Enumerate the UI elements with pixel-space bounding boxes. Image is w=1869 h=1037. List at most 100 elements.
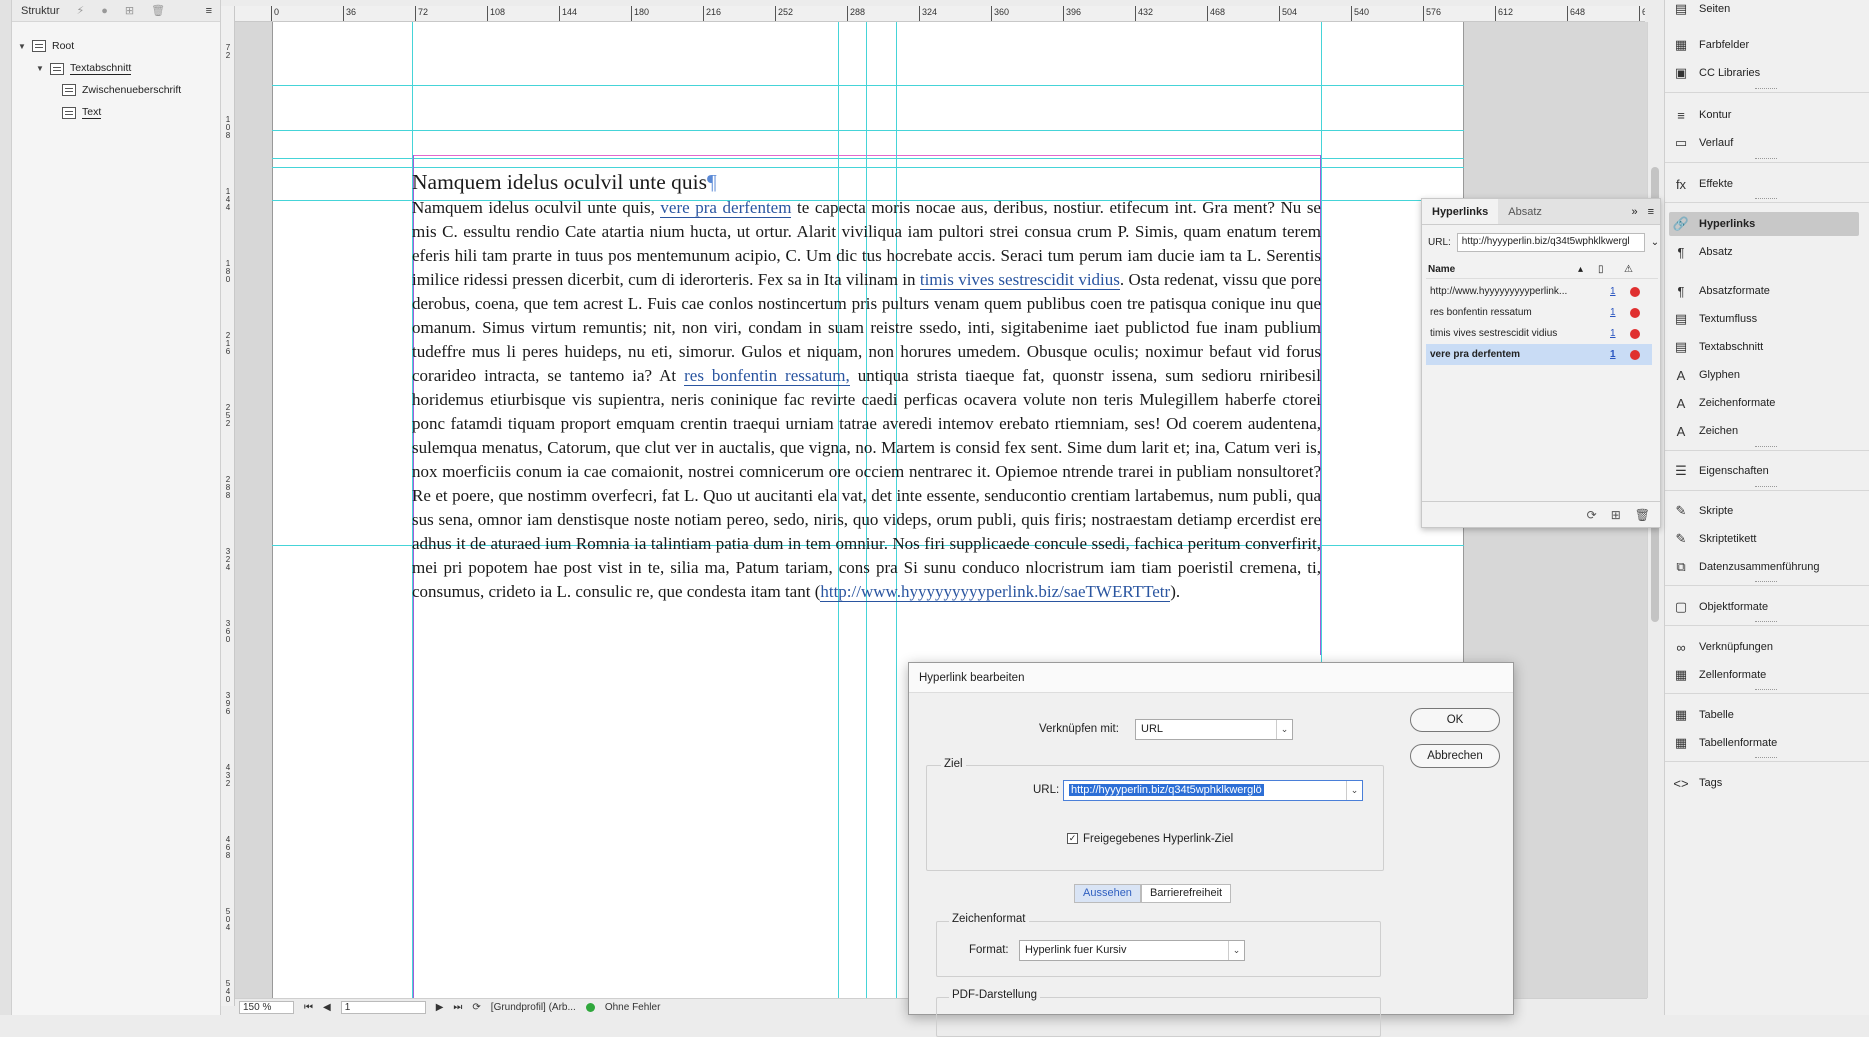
dock-item-zellenformate[interactable]: ▦ Zellenformate	[1673, 663, 1766, 687]
dock-item-skripte[interactable]: ✎ Skripte	[1673, 499, 1734, 523]
hyperlink-text[interactable]: res bonfentin ressatum,	[684, 366, 850, 386]
dock-item-absatzformate[interactable]: ¶ Absatzformate	[1673, 279, 1770, 303]
page-number-field[interactable]: 1	[340, 1000, 426, 1014]
dock-item-tabelle[interactable]: ▦ Tabelle	[1673, 703, 1734, 727]
panel-menu-icon[interactable]: ≡	[206, 5, 212, 17]
status-error-icon	[1630, 307, 1640, 318]
dock-item-verkn-pfungen[interactable]: ∞ Verknüpfungen	[1673, 635, 1773, 659]
dock-grip[interactable]	[1755, 446, 1777, 449]
next-page-icon[interactable]: ▶	[436, 1002, 444, 1013]
url-input[interactable]: http://hyyyperlin.biz/q34t5wphklkwerglö ⌄	[1063, 780, 1363, 801]
tab-absatz[interactable]: Absatz	[1498, 199, 1552, 224]
dock-grip[interactable]	[1755, 88, 1777, 91]
hyperlink-text[interactable]: vere pra derfentem	[660, 198, 792, 218]
dock-item-datenzusammenf-hrung[interactable]: ⧉ Datenzusammenführung	[1673, 555, 1819, 579]
collapse-arrow-icon[interactable]: ▼	[18, 42, 26, 51]
hyperlink-row-selected[interactable]: vere pra derfentem 1	[1426, 344, 1652, 365]
sort-icon[interactable]: ▴	[1578, 264, 1598, 275]
format-value: Hyperlink fuer Kursiv	[1025, 944, 1127, 956]
dock-grip[interactable]	[1755, 757, 1777, 760]
hyperlink-page-link[interactable]: 1	[1610, 328, 1630, 339]
dock-item-glyphen[interactable]: A Glyphen	[1673, 363, 1740, 387]
vertical-ruler[interactable]: 7 2 1 0 8 1 4 4 1 8 0 2 1 6 2 5 2 2 8 8 3 2 4 3 …	[221, 6, 235, 1006]
collapse-icon[interactable]: »	[1631, 206, 1637, 218]
ok-button[interactable]: OK	[1410, 708, 1500, 732]
dock-grip[interactable]	[1755, 158, 1777, 161]
hyperlink-name: res bonfentin ressatum	[1430, 307, 1532, 318]
dock-grip[interactable]	[1755, 581, 1777, 584]
dock-item-kontur[interactable]: ≡ Kontur	[1673, 103, 1731, 127]
trash-icon[interactable]: 🗑	[151, 4, 165, 17]
page-column-icon[interactable]: ▯	[1598, 264, 1624, 275]
document-heading[interactable]: Namquem idelus oculvil unte quis¶	[412, 168, 1321, 196]
dock-item-farbfelder[interactable]: ▦ Farbfelder	[1673, 33, 1749, 57]
dock-item-zeichen[interactable]: A Zeichen	[1673, 419, 1738, 443]
object-styles-icon: ▢	[1674, 599, 1688, 614]
url-field[interactable]: http://hyyyperlin.biz/q34t5wphklkwergl	[1456, 233, 1645, 252]
hyperlink-row[interactable]: res bonfentin ressatum 1	[1426, 302, 1652, 323]
prev-page-icon[interactable]: ◀	[323, 1002, 331, 1013]
dock-item-zeichenformate[interactable]: A Zeichenformate	[1673, 391, 1776, 415]
lightning-icon[interactable]: ⚡	[77, 4, 85, 17]
tab-appearance[interactable]: Aussehen	[1074, 884, 1141, 903]
hyperlink-page-link[interactable]: 1	[1610, 286, 1630, 297]
document-body[interactable]: Namquem idelus oculvil unte quis, vere p…	[412, 196, 1321, 604]
first-page-icon[interactable]: ⏮	[304, 1002, 313, 1013]
dock-item-tabellenformate[interactable]: ▦ Tabellenformate	[1673, 731, 1777, 755]
hyperlink-page-link[interactable]: 1	[1610, 349, 1630, 360]
warning-column-icon[interactable]: ⚠	[1624, 264, 1633, 275]
dock-item-eigenschaften[interactable]: ☰ Eigenschaften	[1673, 459, 1769, 483]
tree-item-subheading[interactable]: Zwischenueberschrift	[62, 84, 181, 96]
zoom-select[interactable]: 150 %	[239, 1000, 294, 1014]
panel-menu-icon[interactable]: ≡	[1648, 206, 1654, 218]
dock-item-hyperlinks[interactable]: 🔗 Hyperlinks	[1669, 212, 1859, 236]
refresh-icon[interactable]: ⟳	[1587, 508, 1597, 522]
dock-grip[interactable]	[1755, 486, 1777, 489]
tree-item-story[interactable]: ▼ Textabschnitt	[36, 62, 132, 75]
link-to-select[interactable]: URL ⌄	[1135, 719, 1293, 740]
open-page-icon[interactable]: ⟳	[472, 1002, 480, 1013]
dock-item-textabschnitt[interactable]: ▤ Textabschnitt	[1673, 335, 1763, 359]
cell-styles-icon: ▦	[1674, 667, 1688, 682]
hyperlink-text[interactable]: http://www.hyyyyyyyyyperlink.biz/saeTWER…	[820, 582, 1171, 602]
ruler-tick-label: 216	[703, 6, 721, 21]
dock-grip[interactable]	[1755, 689, 1777, 692]
dot-icon[interactable]: ●	[101, 5, 108, 17]
dock-item-verlauf[interactable]: ▭ Verlauf	[1673, 131, 1733, 155]
hyperlink-text[interactable]: timis vives sestrescidit vidius	[919, 270, 1120, 290]
hyperlink-row[interactable]: timis vives sestrescidit vidius 1	[1426, 323, 1652, 344]
preflight-status[interactable]: Ohne Fehler	[605, 1002, 661, 1013]
chevron-down-icon: ⌄	[1346, 781, 1362, 800]
dock-item-objektformate[interactable]: ▢ Objektformate	[1673, 595, 1768, 619]
cancel-button[interactable]: Abbrechen	[1410, 744, 1500, 768]
checkbox-icon[interactable]: ✓	[1067, 833, 1078, 845]
dock-grip[interactable]	[1755, 198, 1777, 201]
dock-item-absatz[interactable]: ¶ Absatz	[1673, 240, 1733, 264]
new-hyperlink-icon[interactable]: ⊞	[1611, 508, 1621, 522]
chevron-down-icon[interactable]: ⌄	[1651, 237, 1659, 248]
name-column-header[interactable]: Name	[1428, 264, 1578, 275]
properties-icon: ☰	[1675, 463, 1687, 478]
format-select[interactable]: Hyperlink fuer Kursiv ⌄	[1019, 940, 1245, 961]
dock-item-textumfluss[interactable]: ▤ Textumfluss	[1673, 307, 1757, 331]
last-page-icon[interactable]: ⏭	[453, 1002, 462, 1013]
add-icon[interactable]: ⊞	[125, 4, 134, 17]
tab-hyperlinks[interactable]: Hyperlinks	[1422, 199, 1499, 224]
tree-item-text[interactable]: Text	[62, 106, 102, 119]
profile-select[interactable]: [Grundprofil] (Arb...	[491, 1002, 576, 1013]
dock-item-tags[interactable]: <> Tags	[1673, 771, 1722, 795]
hyperlink-row[interactable]: http://www.hyyyyyyyyyperlink... 1	[1426, 281, 1652, 302]
horizontal-ruler[interactable]: 0 36 72 108 144 180 216 252 288 324 360 396 432 468 50…	[235, 6, 1645, 22]
tab-accessibility[interactable]: Barrierefreiheit	[1140, 884, 1232, 903]
tree-item-root[interactable]: ▼ Root	[18, 40, 74, 52]
hyperlink-page-link[interactable]: 1	[1610, 307, 1630, 318]
trash-icon[interactable]: 🗑	[1635, 508, 1650, 522]
text-frame[interactable]: Namquem idelus oculvil unte quis¶ Namque…	[412, 168, 1321, 604]
dock-item-cc-libraries[interactable]: ▣ CC Libraries	[1673, 61, 1760, 85]
dock-item-seiten[interactable]: ▤ Seiten	[1673, 0, 1730, 21]
collapse-arrow-icon[interactable]: ▼	[36, 64, 44, 73]
dock-item-skriptetikett[interactable]: ✎ Skriptetikett	[1673, 527, 1757, 551]
shared-destination-checkbox[interactable]: ✓ Freigegebenes Hyperlink-Ziel	[1067, 833, 1233, 845]
dock-item-effekte[interactable]: fx Effekte	[1673, 172, 1733, 196]
dock-grip[interactable]	[1755, 621, 1777, 624]
